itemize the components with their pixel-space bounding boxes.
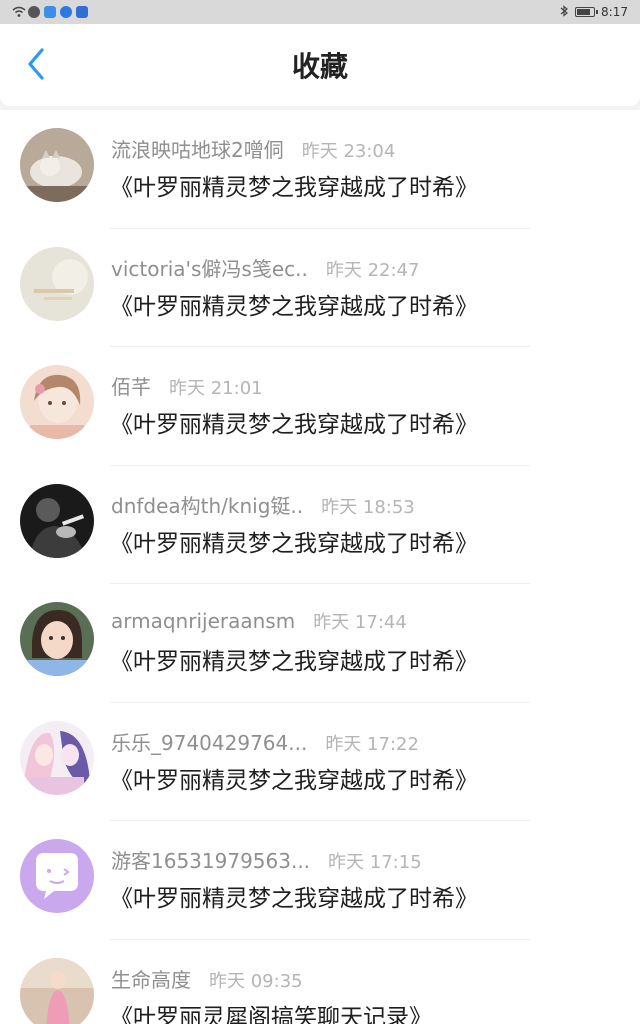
item-content: 《叶罗丽精灵梦之我穿越成了时希》	[110, 767, 478, 794]
item-meta: 生命高度 昨天 09:35	[111, 964, 303, 993]
list-item[interactable]: 生命高度 昨天 09:35 《叶罗丽灵犀阁搞笑聊天记录》	[0, 940, 640, 1024]
list-item[interactable]: armaqnrijeraansm 昨天 17:44 《叶罗丽精灵梦之我穿越成了时…	[0, 584, 640, 703]
timestamp: 昨天 17:22	[325, 733, 419, 755]
header-bar: 收藏	[0, 24, 640, 106]
back-button[interactable]	[20, 46, 52, 86]
timestamp: 昨天 22:47	[325, 259, 420, 281]
wifi-icon	[12, 6, 26, 18]
user-name: 乐乐_9740429764...	[111, 730, 308, 755]
list-item[interactable]: 游客16531979563... 昨天 17:15 《叶罗丽精灵梦之我穿越成了时…	[0, 821, 640, 940]
item-meta: 乐乐_9740429764... 昨天 17:22	[111, 727, 419, 756]
avatar	[20, 720, 94, 795]
user-name: 流浪映咕地球2噌侗	[111, 138, 284, 162]
app-browser-icon	[60, 6, 72, 18]
item-meta: dnfdea构th/knig铤.. 昨天 18:53	[111, 490, 415, 519]
avatar	[20, 602, 94, 676]
item-meta: armaqnrijeraansm 昨天 17:44	[111, 608, 407, 634]
battery-fill	[577, 9, 590, 15]
user-name: victoria's僻冯s笺ec..	[111, 256, 308, 281]
list-item[interactable]: 佰芊 昨天 21:01 《叶罗丽精灵梦之我穿越成了时希》	[0, 347, 640, 466]
avatar	[20, 483, 94, 558]
wechat-icon	[28, 6, 40, 18]
list-item[interactable]: dnfdea构th/knig铤.. 昨天 18:53 《叶罗丽精灵梦之我穿越成了…	[0, 466, 640, 584]
app-q-icon	[44, 6, 56, 18]
list-item[interactable]: 乐乐_9740429764... 昨天 17:22 《叶罗丽精灵梦之我穿越成了时…	[0, 703, 640, 821]
item-content: 《叶罗丽精灵梦之我穿越成了时希》	[110, 293, 478, 320]
timestamp: 昨天 18:53	[321, 496, 415, 518]
timestamp: 昨天 21:01	[169, 378, 263, 399]
timestamp: 昨天 17:15	[328, 852, 422, 873]
item-meta: 佰芊 昨天 21:01	[111, 371, 263, 400]
user-name: armaqnrijeraansm	[111, 609, 296, 633]
favorites-list: 流浪映咕地球2噌侗 昨天 23:04 《叶罗丽精灵梦之我穿越成了时希》 vict…	[0, 110, 640, 1024]
item-meta: 游客16531979563... 昨天 17:15	[111, 845, 422, 874]
user-name: 生命高度	[111, 967, 191, 992]
item-content: 《叶罗丽精灵梦之我穿越成了时希》	[110, 412, 478, 438]
item-meta: 流浪映咕地球2噌侗 昨天 23:04	[111, 134, 395, 163]
status-bar-right: 8:17	[559, 4, 628, 20]
status-time: 8:17	[601, 5, 628, 19]
list-item[interactable]: 流浪映咕地球2噌侗 昨天 23:04 《叶罗丽精灵梦之我穿越成了时希》	[0, 110, 640, 229]
user-name: 游客16531979563...	[111, 849, 311, 873]
avatar	[20, 839, 94, 913]
item-content: 《叶罗丽精灵梦之我穿越成了时希》	[110, 530, 478, 557]
list-item[interactable]: victoria's僻冯s笺ec.. 昨天 22:47 《叶罗丽精灵梦之我穿越成…	[0, 229, 640, 347]
chevron-left-icon	[26, 48, 46, 84]
item-content: 《叶罗丽精灵梦之我穿越成了时希》	[110, 175, 478, 201]
user-name: dnfdea构th/knig铤..	[111, 493, 304, 518]
avatar	[20, 128, 94, 202]
item-content: 《叶罗丽灵犀阁搞笑聊天记录》	[110, 1004, 432, 1024]
timestamp: 昨天 09:35	[209, 970, 303, 992]
item-content: 《叶罗丽精灵梦之我穿越成了时希》	[110, 886, 478, 912]
timestamp: 昨天 23:04	[301, 141, 396, 162]
status-bar: 8:17	[0, 0, 640, 24]
avatar	[20, 957, 94, 1024]
battery-icon	[575, 7, 599, 17]
user-name: 佰芊	[111, 375, 151, 399]
item-content: 《叶罗丽精灵梦之我穿越成了时希》	[110, 649, 478, 675]
app-shield-icon	[76, 6, 88, 18]
timestamp: 昨天 17:44	[313, 612, 407, 633]
status-bar-left	[12, 6, 88, 18]
page-title: 收藏	[291, 50, 348, 83]
avatar	[20, 246, 94, 321]
avatar	[20, 365, 94, 439]
bluetooth-icon	[559, 4, 569, 20]
item-meta: victoria's僻冯s笺ec.. 昨天 22:47	[111, 253, 419, 282]
